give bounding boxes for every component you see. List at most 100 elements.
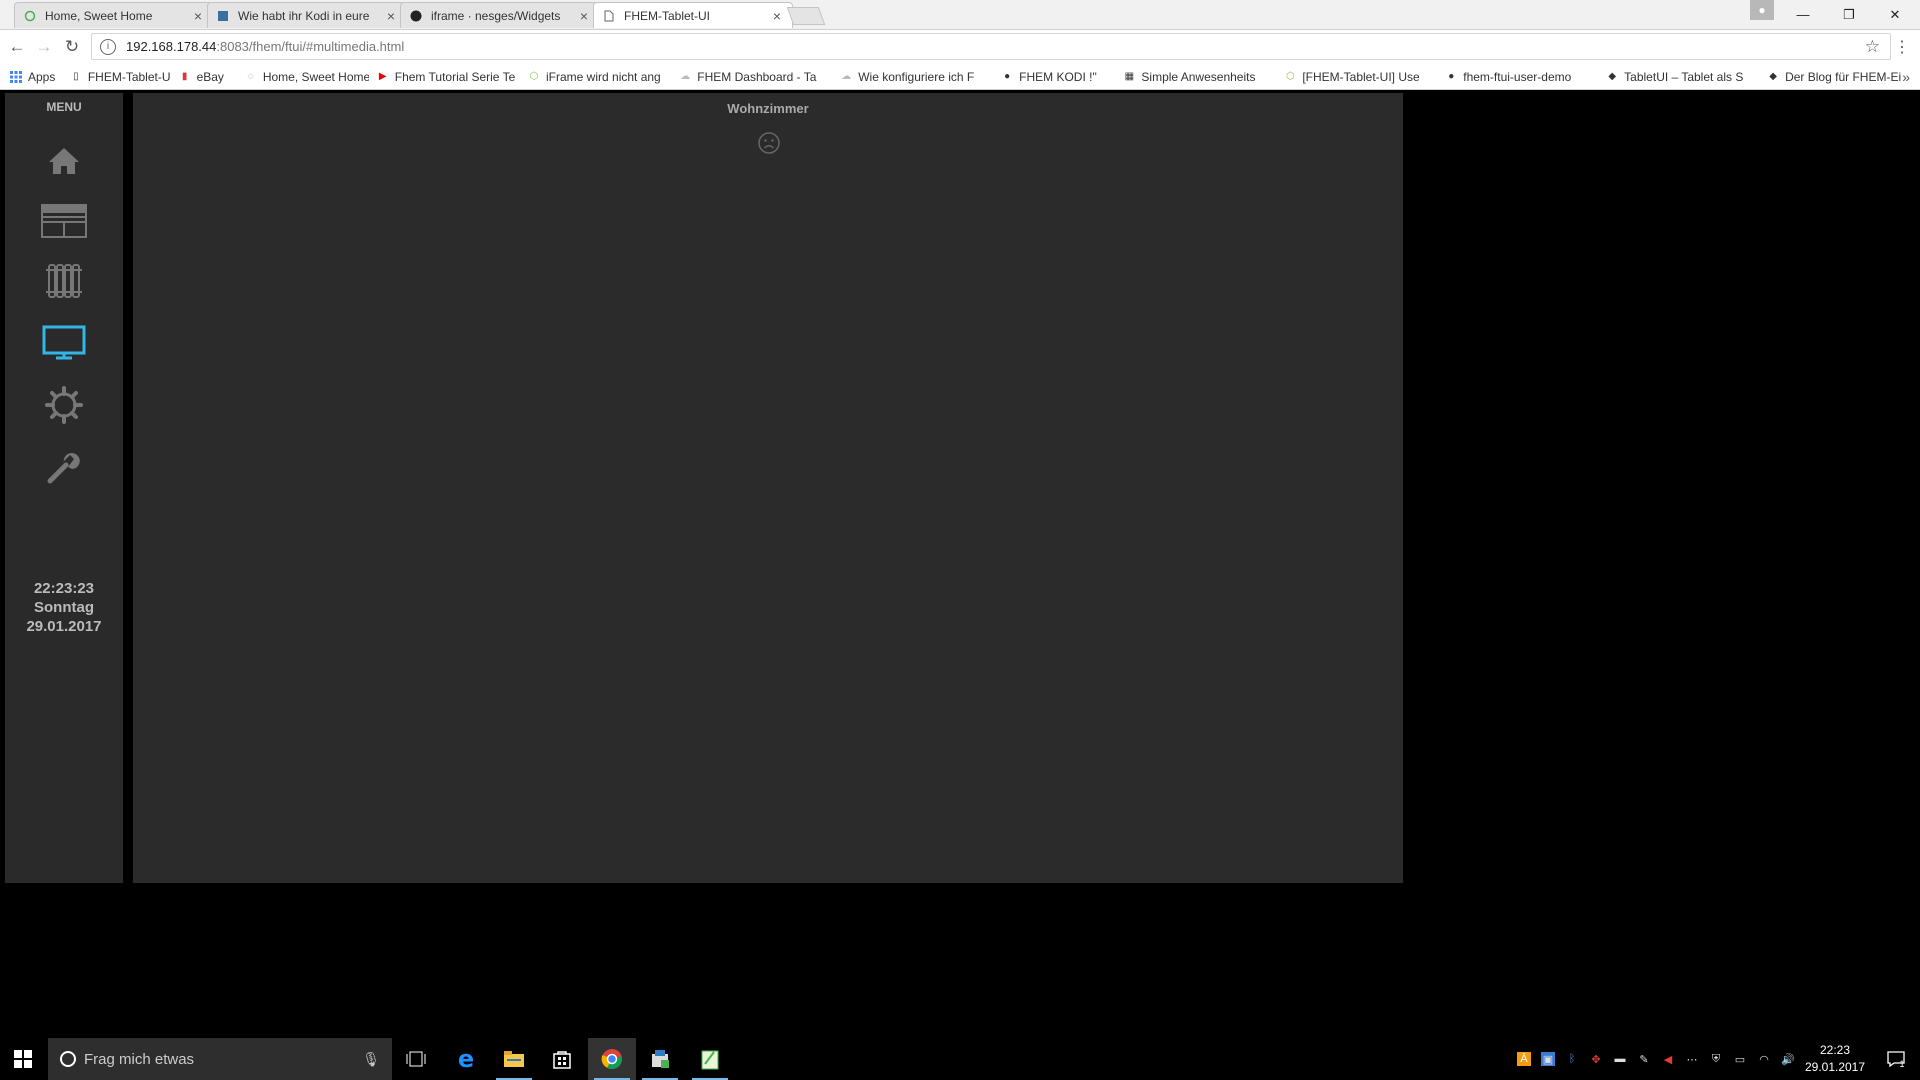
sidebar-item-heating[interactable] <box>5 251 123 311</box>
tray-app-icon[interactable]: ✎ <box>1637 1052 1651 1066</box>
bookmark-item[interactable]: ⬡ [FHEM-Tablet-UI] Use <box>1276 70 1437 84</box>
tab-title: Home, Sweet Home <box>45 8 153 23</box>
minimize-icon[interactable]: — <box>1780 0 1826 29</box>
bookmarks-bar: Apps ▯ FHEM-Tablet-UI ▮ eBay ◌ Home, Sweet … <box>0 64 1920 90</box>
forward-icon[interactable]: → <box>32 35 56 59</box>
chevron-right-icon[interactable]: » <box>1902 69 1910 85</box>
address-bar[interactable]: i 192.168.178.44:8083/fhem/ftui/#multime… <box>91 33 1891 60</box>
bookmark-item[interactable]: ◌ Home, Sweet Home <box>237 70 369 84</box>
browser-tab-active[interactable]: FHEM-Tablet-UI × <box>593 2 793 28</box>
bookmark-star-icon[interactable]: ☆ <box>1865 37 1880 57</box>
youtube-icon: ▶ <box>378 71 387 82</box>
tray-app-icon[interactable]: ▬ <box>1613 1052 1627 1066</box>
sidebar-item-shutter[interactable] <box>5 191 123 251</box>
sidebar-menu: MENU 22:23:23 Sonntag 29.01.2017 <box>5 93 123 883</box>
tool-app-icon[interactable] <box>636 1038 684 1080</box>
chrome-icon[interactable] <box>588 1038 636 1080</box>
bookmark-item[interactable]: ⬡ iFrame wird nicht ang <box>520 70 671 84</box>
windows-start-icon[interactable] <box>0 1038 46 1080</box>
microphone-icon[interactable]: 🎙 <box>362 1051 380 1068</box>
sidebar-clock: 22:23:23 Sonntag 29.01.2017 <box>5 579 123 636</box>
taskbar-search-box[interactable]: Frag mich etwas 🎙 <box>48 1038 392 1080</box>
back-icon[interactable]: ← <box>5 35 29 59</box>
bookmark-label: Der Blog für FHEM-Ei <box>1785 69 1902 84</box>
profile-icon[interactable]: ● <box>1750 0 1774 20</box>
close-icon[interactable]: × <box>191 8 205 24</box>
clock-date: 29.01.2017 <box>26 618 102 635</box>
action-center-icon[interactable]: 1 <box>1876 1038 1916 1080</box>
new-tab-button[interactable] <box>786 7 826 25</box>
close-icon[interactable]: × <box>577 8 591 24</box>
tray-app-icon[interactable]: ◀ <box>1661 1052 1675 1066</box>
notification-count: 1 <box>1899 1059 1905 1069</box>
bookmark-label: Wie konfiguriere ich F <box>858 69 975 84</box>
tray-app-icon[interactable]: Ā <box>1517 1052 1531 1066</box>
bookmark-item[interactable]: ● FHEM KODI !" <box>993 70 1115 84</box>
tray-app-icon[interactable]: ⋯ <box>1685 1052 1699 1066</box>
task-view-icon[interactable] <box>392 1038 440 1080</box>
bookmark-item[interactable]: ◆ TabletUI – Tablet als S <box>1598 70 1759 84</box>
battery-icon[interactable]: ▭ <box>1733 1052 1747 1066</box>
panel-title: Wohnzimmer <box>727 101 809 116</box>
notepad-app-icon[interactable] <box>686 1038 734 1080</box>
tray-app-icon[interactable]: ▣ <box>1541 1052 1555 1066</box>
close-icon[interactable]: × <box>384 8 398 24</box>
bookmark-apps[interactable]: Apps <box>0 70 62 84</box>
browser-menu-icon[interactable]: ⋮ <box>1894 37 1910 57</box>
github-icon <box>409 9 423 23</box>
bookmark-label: Apps <box>28 69 56 84</box>
gear-icon <box>45 386 83 424</box>
apps-grid-icon <box>10 70 22 83</box>
taskbar-clock[interactable]: 22:23 29.01.2017 <box>1800 1042 1870 1076</box>
search-placeholder: Frag mich etwas <box>84 1050 195 1068</box>
fhem-icon: ▦ <box>1124 71 1135 82</box>
store-icon[interactable] <box>538 1038 586 1080</box>
tab-title: iframe · nesges/Widgets <box>431 8 561 23</box>
forum-icon <box>216 9 230 23</box>
sidebar-item-tools[interactable] <box>5 437 123 497</box>
restore-icon[interactable]: ❐ <box>1826 0 1872 29</box>
browser-toolbar: ← → ↻ i 192.168.178.44:8083/fhem/ftui/#m… <box>0 30 1920 64</box>
page-icon: ▯ <box>73 71 79 82</box>
bookmark-item[interactable]: ▯ FHEM-Tablet-UI <box>62 70 171 84</box>
close-icon[interactable]: × <box>770 8 784 24</box>
system-tray: Ā ▣ ᛒ ✥ ▬ ✎ ◀ ⋯ ⛨ ▭ ◠ 🔊 <box>1512 1038 1800 1080</box>
close-window-icon[interactable]: ✕ <box>1872 0 1918 29</box>
volume-icon[interactable]: 🔊 <box>1781 1052 1795 1066</box>
github-icon: ● <box>1004 71 1011 82</box>
sidebar-item-home[interactable] <box>5 131 123 191</box>
bookmark-item[interactable]: ▮ eBay <box>171 70 237 84</box>
windows-taskbar: Frag mich etwas 🎙 e Ā ▣ ᛒ ✥ ▬ ✎ ◀ ⋯ ⛨ ▭ … <box>0 1038 1920 1080</box>
fhem-icon: ⬡ <box>1285 71 1295 82</box>
shield-icon[interactable]: ⛨ <box>1709 1052 1723 1066</box>
bookmark-item[interactable]: ▦ Simple Anwesenheits <box>1115 70 1276 84</box>
page-icon: ☁ <box>680 71 691 82</box>
browser-tab[interactable]: Home, Sweet Home × <box>14 2 214 28</box>
wifi-icon[interactable]: ◠ <box>1757 1052 1771 1066</box>
bookmark-item[interactable]: ◆ Der Blog für FHEM-Ei <box>1759 70 1920 84</box>
home-icon <box>49 148 79 174</box>
tab-title: Wie habt ihr Kodi in eure <box>238 8 370 23</box>
bookmark-label: eBay <box>196 69 224 84</box>
page-icon <box>602 9 616 23</box>
bookmark-label: FHEM Dashboard - Ta <box>697 69 817 84</box>
info-icon[interactable]: i <box>100 38 116 55</box>
sad-face-icon <box>758 132 780 154</box>
bookmark-item[interactable]: ☁ Wie konfiguriere ich F <box>832 70 993 84</box>
edge-icon[interactable]: e <box>442 1038 490 1080</box>
bookmark-item[interactable]: ▶ Fhem Tutorial Serie Te <box>369 70 520 84</box>
reload-icon[interactable]: ↻ <box>60 35 84 59</box>
fhem-icon <box>23 9 37 23</box>
browser-tab[interactable]: iframe · nesges/Widgets × <box>400 2 600 28</box>
sidebar-item-multimedia[interactable] <box>5 313 123 373</box>
file-explorer-icon[interactable] <box>490 1038 538 1080</box>
bookmark-item[interactable]: ● fhem-ftui-user-demo <box>1437 70 1598 84</box>
sidebar-item-settings[interactable] <box>5 375 123 435</box>
bookmark-label: fhem-ftui-user-demo <box>1463 69 1572 84</box>
bluetooth-icon[interactable]: ᛒ <box>1565 1052 1579 1066</box>
taskbar-time: 22:23 <box>1819 1043 1851 1057</box>
browser-tab[interactable]: Wie habt ihr Kodi in eure × <box>207 2 407 28</box>
tv-icon <box>42 325 86 360</box>
tray-app-icon[interactable]: ✥ <box>1589 1052 1603 1066</box>
bookmark-item[interactable]: ☁ FHEM Dashboard - Ta <box>671 70 832 84</box>
